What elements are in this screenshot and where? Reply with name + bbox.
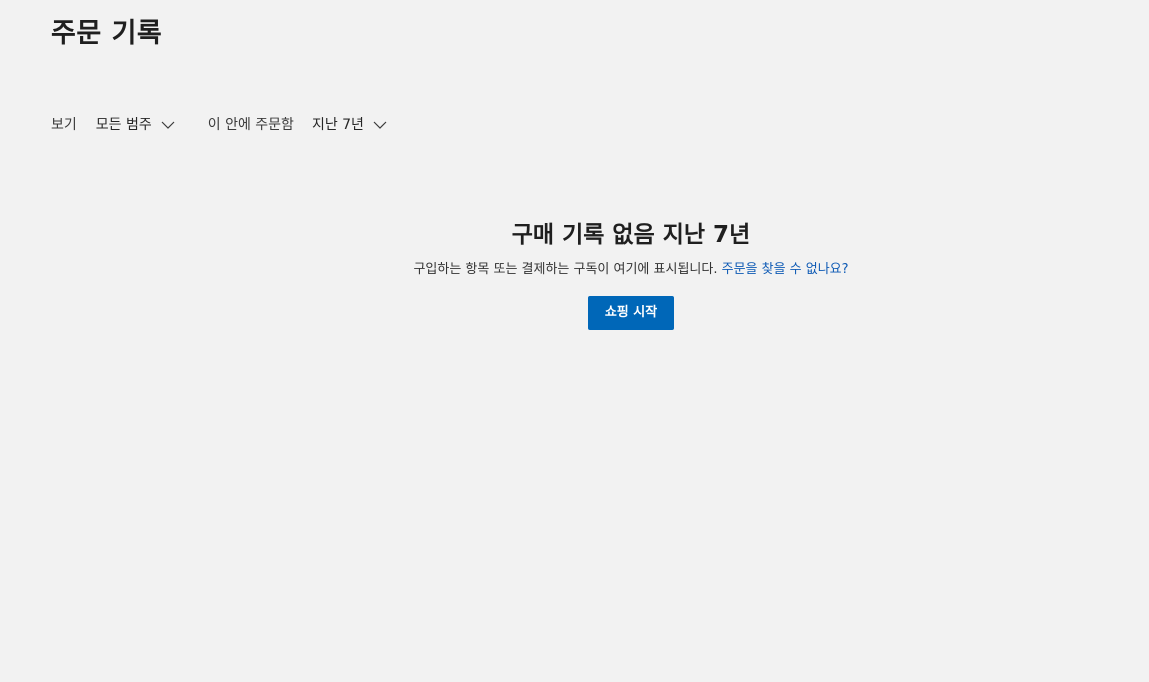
empty-state-title: 구매 기록 없음 지난 7년 [511, 222, 751, 248]
filter-bar: 보기 모든 범주 이 안에 주문함 지난 7년 [51, 113, 389, 137]
empty-state: 구매 기록 없음 지난 7년 구입하는 항목 또는 결제하는 구독이 여기에 표… [0, 216, 1149, 330]
chevron-down-icon [161, 120, 175, 130]
empty-state-text: 구입하는 항목 또는 결제하는 구독이 여기에 표시됩니다. [413, 262, 718, 277]
chevron-down-icon [373, 120, 387, 130]
view-label: 보기 [51, 117, 77, 133]
page-title: 주문 기록 [51, 18, 163, 49]
category-dropdown-value: 모든 범주 [95, 117, 152, 133]
order-history-page: 주문 기록 보기 모든 범주 이 안에 주문함 지난 7년 구매 기록 없음 지… [0, 0, 1149, 682]
cant-find-order-link[interactable]: 주문을 찾을 수 없나요? [722, 262, 849, 277]
cta-container: 쇼핑 시작 [0, 296, 1149, 330]
ordered-in-label: 이 안에 주문함 [207, 117, 294, 133]
empty-state-description: 구입하는 항목 또는 결제하는 구독이 여기에 표시됩니다. 주문을 찾을 수 … [0, 261, 1149, 279]
category-dropdown[interactable]: 모든 범주 [94, 113, 177, 137]
start-shopping-button[interactable]: 쇼핑 시작 [587, 296, 675, 330]
period-dropdown[interactable]: 지난 7년 [310, 113, 389, 137]
period-dropdown-value: 지난 7년 [311, 117, 364, 133]
